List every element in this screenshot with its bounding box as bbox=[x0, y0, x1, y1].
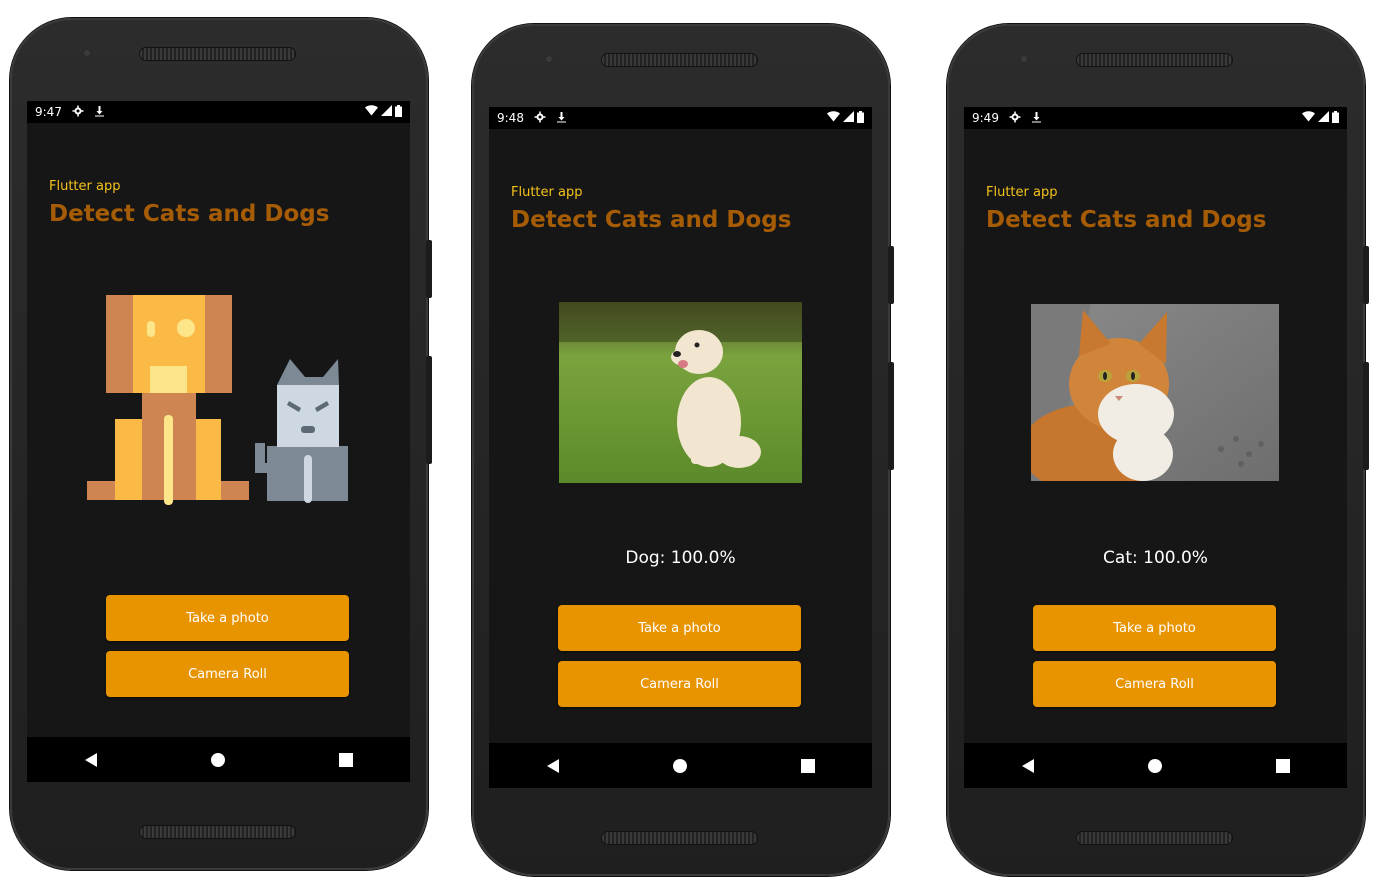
screen: 9:49 Flutter app Detect Cats and Dogs Ca… bbox=[964, 107, 1347, 788]
navigation-bar bbox=[489, 743, 872, 788]
recents-icon[interactable] bbox=[326, 740, 366, 780]
status-bar: 9:48 bbox=[489, 107, 872, 129]
navigation-bar bbox=[964, 743, 1347, 788]
take-photo-button[interactable]: Take a photo bbox=[1033, 605, 1276, 651]
status-time: 9:49 bbox=[972, 111, 999, 125]
top-speaker bbox=[1077, 54, 1232, 66]
power-button bbox=[1363, 246, 1369, 304]
recents-icon[interactable] bbox=[1263, 746, 1303, 786]
front-camera bbox=[82, 48, 92, 58]
phone-1: 9:47 Flutter app Detect Cats and Dogs Ta… bbox=[10, 18, 432, 870]
battery-icon bbox=[395, 104, 402, 120]
settings-icon bbox=[534, 111, 546, 126]
app-subtitle: Flutter app bbox=[511, 185, 583, 200]
home-icon[interactable] bbox=[1135, 746, 1175, 786]
volume-button bbox=[426, 356, 432, 464]
cat-photo bbox=[1031, 304, 1279, 481]
app-title: Detect Cats and Dogs bbox=[986, 207, 1267, 233]
wifi-icon bbox=[365, 105, 378, 119]
cell-signal-icon bbox=[843, 111, 854, 125]
wifi-icon bbox=[1302, 111, 1315, 125]
navigation-bar bbox=[27, 737, 410, 782]
prediction-result: Dog: 100.0% bbox=[625, 548, 736, 568]
phone-2: 9:48 Flutter app Detect Cats and Dogs Do… bbox=[472, 24, 894, 876]
back-icon[interactable] bbox=[1008, 746, 1048, 786]
wifi-icon bbox=[827, 111, 840, 125]
status-bar: 9:47 bbox=[27, 101, 410, 123]
camera-roll-button[interactable]: Camera Roll bbox=[1033, 661, 1276, 707]
battery-icon bbox=[857, 110, 864, 126]
app-subtitle: Flutter app bbox=[49, 179, 121, 194]
front-camera bbox=[544, 54, 554, 64]
home-icon[interactable] bbox=[198, 740, 238, 780]
power-button bbox=[426, 240, 432, 298]
battery-icon bbox=[1332, 110, 1339, 126]
camera-roll-button[interactable]: Camera Roll bbox=[106, 651, 349, 697]
volume-button bbox=[1363, 362, 1369, 470]
camera-roll-button[interactable]: Camera Roll bbox=[558, 661, 801, 707]
take-photo-button[interactable]: Take a photo bbox=[558, 605, 801, 651]
home-icon[interactable] bbox=[660, 746, 700, 786]
status-bar: 9:49 bbox=[964, 107, 1347, 129]
top-speaker bbox=[140, 48, 295, 60]
download-icon bbox=[94, 105, 105, 120]
bottom-speaker bbox=[140, 826, 295, 838]
power-button bbox=[888, 246, 894, 304]
settings-icon bbox=[1009, 111, 1021, 126]
prediction-result: Cat: 100.0% bbox=[1103, 548, 1208, 568]
download-icon bbox=[1031, 111, 1042, 126]
bottom-speaker bbox=[602, 832, 757, 844]
take-photo-button[interactable]: Take a photo bbox=[106, 595, 349, 641]
back-icon[interactable] bbox=[533, 746, 573, 786]
dog-and-cat-illustration bbox=[87, 295, 348, 505]
screen: 9:47 Flutter app Detect Cats and Dogs Ta… bbox=[27, 101, 410, 782]
back-icon[interactable] bbox=[71, 740, 111, 780]
app-subtitle: Flutter app bbox=[986, 185, 1058, 200]
screen: 9:48 Flutter app Detect Cats and Dogs Do… bbox=[489, 107, 872, 788]
app-title: Detect Cats and Dogs bbox=[49, 201, 330, 227]
bottom-speaker bbox=[1077, 832, 1232, 844]
recents-icon[interactable] bbox=[788, 746, 828, 786]
cat-head bbox=[277, 385, 339, 447]
dog-photo bbox=[559, 302, 802, 483]
download-icon bbox=[556, 111, 567, 126]
front-camera bbox=[1019, 54, 1029, 64]
settings-icon bbox=[72, 105, 84, 120]
app-title: Detect Cats and Dogs bbox=[511, 207, 792, 233]
volume-button bbox=[888, 362, 894, 470]
cell-signal-icon bbox=[381, 105, 392, 119]
status-time: 9:48 bbox=[497, 111, 524, 125]
cell-signal-icon bbox=[1318, 111, 1329, 125]
status-time: 9:47 bbox=[35, 105, 62, 119]
phone-3: 9:49 Flutter app Detect Cats and Dogs Ca… bbox=[947, 24, 1369, 876]
top-speaker bbox=[602, 54, 757, 66]
